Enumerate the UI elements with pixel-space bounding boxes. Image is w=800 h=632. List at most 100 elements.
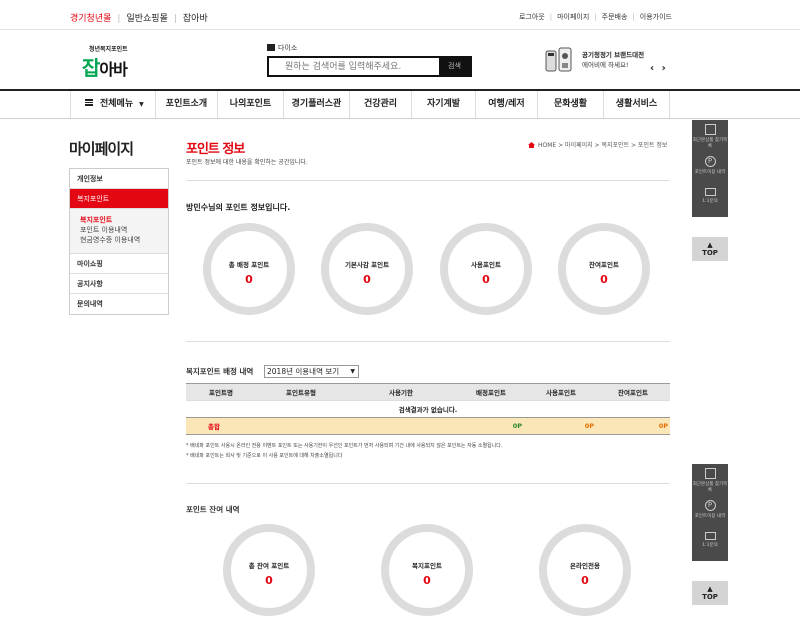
quick-point-history[interactable]: P 포인트이용 내역 [692,496,728,528]
sum-assigned: 0P [456,417,526,435]
note-line: * 배네파 포인트 사용시 온라인 전용 이벤트 포인트 또는 사용기한이 우선… [186,443,503,449]
balance-total: 총 잔여 포인트 0 [223,524,315,616]
top-button[interactable]: ▲ TOP [692,581,728,605]
quick-recent-items[interactable]: 최근본상품 찾기목록 [692,464,728,496]
breadcrumb: HOME > 마이페이지 > 복지포인트 > 포인트 정보 [528,140,667,149]
balance-value: 0 [423,574,431,587]
top-bar: 경기청년몰 | 일반쇼핑몰 | 잡아바 로그아웃 | 마이페이지 | 주문배송 | 이용가이드 [0,0,800,30]
nav-item-culture[interactable]: 문화생활 [538,91,604,118]
promo-subtitle: 에어비에 하세요! [582,61,629,69]
home-icon[interactable] [528,142,535,148]
quick-label: 1:1문의 [702,543,718,548]
point-icon: P [704,500,716,511]
balance-value: 0 [581,574,589,587]
quick-point-history[interactable]: P 포인트이용 내역 [692,152,728,184]
promo-title[interactable]: 공기청정기 브랜드대전 [582,49,644,59]
submenu-item-point-history[interactable]: 포인트 이용내역 [80,225,168,235]
air-purifier-image[interactable] [545,47,573,73]
summary-label: 기본사감 포인트 [344,261,390,269]
building-icon [704,468,716,479]
col-remaining: 잔여포인트 [596,383,670,401]
summary-used: 사용포인트 0 [440,223,532,315]
search-button[interactable]: 검색 [439,58,470,75]
order-link[interactable]: 주문배송 [602,13,628,21]
search-input[interactable] [269,58,441,75]
top-label: TOP [702,593,718,601]
user-links: 로그아웃 | 마이페이지 | 주문배송 | 이용가이드 [518,13,672,21]
site-switcher: 경기청년몰 | 일반쇼핑몰 | 잡아바 [70,14,208,24]
site-logo[interactable]: 잡아바 [82,52,128,81]
sidebar-item-inquiry[interactable]: 문의내역 [70,294,168,314]
nav-item-my-point[interactable]: 나의포인트 [218,91,284,118]
summary-total-assigned: 총 배정 포인트 0 [203,223,295,315]
search-tab[interactable]: 다이소 [267,43,297,53]
nav-item-point-intro[interactable]: 포인트소개 [156,91,218,118]
balance-value: 0 [265,574,273,587]
search-box: 검색 [267,56,472,77]
note-line: * 배네파 포인트는 회사 및 기준으로 이 사용 포인트에 대해 차출소멸됩니… [186,453,343,459]
sidebar-menu: 개인정보 복지포인트 복지포인트 포인트 이용내역 현금영수증 이용내역 마이쇼… [69,168,169,315]
balance-label: 온라인전용 [570,562,600,570]
submenu-item-cash-receipt[interactable]: 현금영수증 이용내역 [80,235,168,245]
nav-item-health[interactable]: 건강관리 [350,91,412,118]
guide-link[interactable]: 이용가이드 [640,13,672,21]
link-jobaba[interactable]: 잡아바 [183,14,208,24]
card-icon [704,532,716,540]
logo-text-b: 아바 [99,60,127,79]
col-point-type: 포인트유형 [256,383,346,401]
summary-value: 0 [245,273,253,286]
promo-nav-arrows[interactable]: ‹ › [650,63,668,74]
sum-label: 총합 [186,417,256,435]
quick-recent-items[interactable]: 최근본상품 찾기목록 [692,120,728,152]
sidebar-item-welfare-point[interactable]: 복지포인트 [70,189,168,209]
quick-inquiry[interactable]: 1:1문의 [692,184,728,217]
summary-value: 0 [363,273,371,286]
divider [186,341,670,342]
summary-basic-deduct: 기본사감 포인트 0 [321,223,413,315]
quick-inquiry[interactable]: 1:1문의 [692,528,728,561]
balance-section-title: 포인트 잔여 내역 [186,505,240,514]
table-row: 검색결과가 없습니다. [186,400,670,418]
summary-label: 잔여포인트 [589,261,619,269]
nav-item-travel[interactable]: 여행/레저 [476,91,538,118]
empty-result: 검색결과가 없습니다. [186,400,670,418]
sidebar-title: 마이페이지 [69,140,134,158]
year-select[interactable]: 2018년 이용내역 보기 ▼ [264,365,359,378]
logout-link[interactable]: 로그아웃 [519,13,545,21]
dropdown-arrow-icon: ▼ [350,368,355,375]
submenu-item-welfare-point[interactable]: 복지포인트 [80,215,168,225]
year-select-value: 2018년 이용내역 보기 [267,367,340,376]
col-used: 사용포인트 [526,383,596,401]
sidebar-item-profile[interactable]: 개인정보 [70,169,168,189]
quick-label: 1:1문의 [702,199,718,204]
summary-remaining: 잔여포인트 0 [558,223,650,315]
sum-remaining: 0P [596,417,670,435]
page-title: 포인트 정보 [186,142,245,157]
arrow-up-icon: ▲ [707,585,713,593]
top-label: TOP [702,249,718,257]
summary-value: 0 [600,273,608,286]
link-general-mall[interactable]: 일반쇼핑몰 [126,14,167,24]
top-button[interactable]: ▲ TOP [692,237,728,261]
nav-item-gyeonggi-plus[interactable]: 경기플러스관 [284,91,350,118]
alloc-section-title: 복지포인트 배정 내역 [186,367,254,376]
sidebar-item-notice[interactable]: 공지사항 [70,274,168,294]
all-menu-label: 전체메뉴 [100,99,134,109]
balance-label: 복지포인트 [412,562,442,570]
link-youth-mall[interactable]: 경기청년몰 [70,14,111,24]
quick-label: 포인트이용 내역 [694,170,726,175]
balance-welfare: 복지포인트 0 [381,524,473,616]
point-icon: P [704,156,716,167]
summary-label: 사용포인트 [471,261,501,269]
point-table: 포인트명 포인트유형 사용기한 배정포인트 사용포인트 잔여포인트 검색결과가 … [186,383,670,435]
nav-item-self-dev[interactable]: 자기계발 [412,91,476,118]
all-menu-button[interactable]: 전체메뉴 ▼ [70,91,156,118]
nav-item-life-service[interactable]: 생활서비스 [604,91,670,118]
mypage-link[interactable]: 마이페이지 [557,13,589,21]
sidebar-item-my-shopping[interactable]: 마이쇼핑 [70,254,168,274]
quick-bar: 최근본상품 찾기목록 P 포인트이용 내역 1:1문의 [692,120,728,217]
quick-label: 최근본상품 찾기목록 [692,138,728,149]
col-expiry: 사용기한 [346,383,456,401]
divider [186,483,670,484]
greeting-text: 방민수님의 포인트 정보입니다. [186,203,291,212]
